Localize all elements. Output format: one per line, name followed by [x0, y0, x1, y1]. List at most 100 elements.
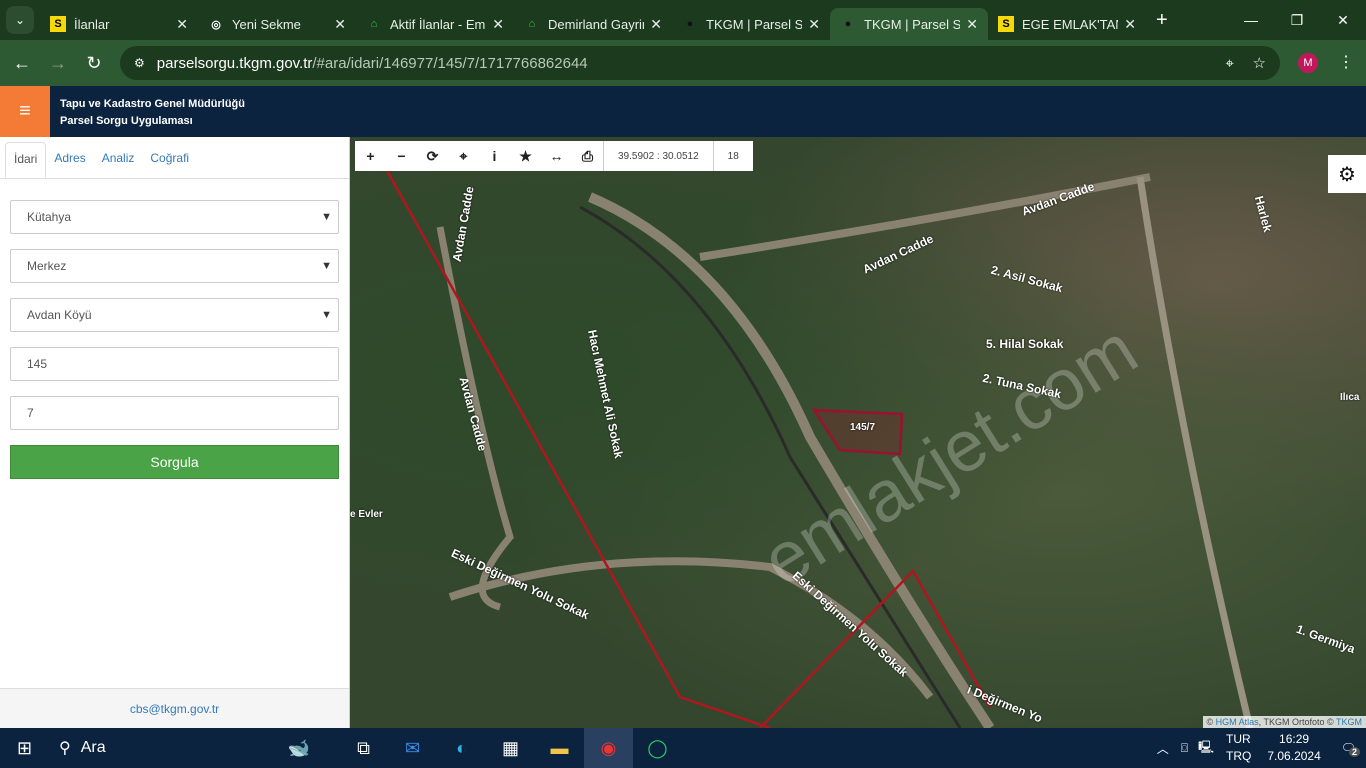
minimize-button[interactable]: —: [1228, 0, 1274, 40]
taskbar: ⊞ ⚲ Ara 🐋 ⧉ ✉ ◐ ▦ ▬ ◉ ◯ ︿ ⌼ 🖳 TUR TRQ 16:2…: [0, 728, 1366, 768]
file-explorer-icon[interactable]: ▬: [535, 738, 584, 759]
browser-tab[interactable]: ● TKGM | Parsel Sorgu ✕: [830, 8, 988, 40]
network-icon[interactable]: 🖳: [1198, 738, 1214, 759]
clock[interactable]: 16:29 7.06.2024: [1267, 731, 1320, 765]
site-info-icon[interactable]: ⚙: [134, 56, 145, 70]
bookmark-star-icon[interactable]: ☆: [1253, 54, 1266, 72]
browser-tab[interactable]: S İlanlar ✕: [40, 8, 198, 40]
forward-button[interactable]: →: [40, 53, 76, 74]
show-hidden-icons[interactable]: ︿: [1157, 740, 1169, 757]
parsel-value: 7: [27, 406, 34, 420]
parcel-label: 145/7: [850, 422, 876, 433]
S-favicon-icon: S: [998, 16, 1014, 32]
app-header: ≡ Tapu ve Kadastro Genel Müdürlüğü Parsel…: [0, 86, 1366, 137]
measure-icon[interactable]: ↔: [541, 148, 572, 164]
close-tab-icon[interactable]: ✕: [808, 16, 820, 33]
menu-icon[interactable]: ⋮: [1338, 52, 1354, 72]
print-icon[interactable]: ⎙: [572, 148, 603, 165]
address-bar-row: ← → ↻ ⚙ parselsorgu.tkgm.gov.tr/#ara/ida…: [0, 40, 1366, 86]
edge-icon[interactable]: ◐: [437, 738, 486, 759]
il-select[interactable]: Kütahya ▼: [10, 200, 339, 234]
mahalle-select[interactable]: Avdan Köyü ▼: [10, 298, 339, 332]
tab-title: TKGM | Parsel Sorgu: [706, 16, 803, 32]
location-icon[interactable]: ⌖: [1226, 55, 1234, 72]
url-host: parselsorgu.tkgm.gov.tr: [156, 54, 313, 72]
settings-gear-icon[interactable]: ⚙: [1328, 155, 1366, 193]
map-toolbar: + − ⟳ ⌖ i ★ ↔ ⎙ 39.5902 : 30.0512 18: [355, 141, 753, 171]
pin-favicon-icon: ●: [844, 18, 852, 30]
tab-idari[interactable]: İdari: [5, 142, 47, 178]
app-title: Tapu ve Kadastro Genel Müdürlüğü: [60, 98, 245, 110]
close-tab-icon[interactable]: ✕: [176, 16, 188, 33]
notification-icon[interactable]: 🗨 2: [1341, 741, 1360, 757]
contact-email-link[interactable]: cbs@tkgm.gov.tr: [0, 688, 349, 728]
profile-avatar[interactable]: M: [1298, 53, 1318, 73]
url-input[interactable]: ⚙ parselsorgu.tkgm.gov.tr/#ara/idari/146…: [120, 46, 1280, 80]
locate-icon[interactable]: ⌖: [448, 148, 479, 165]
mail-icon[interactable]: ✉: [388, 738, 437, 759]
sidebar: İdari Adres Analiz Coğrafi Kütahya ▼ Merk…: [0, 137, 350, 728]
chrome-icon[interactable]: ◉: [584, 728, 633, 768]
tab-title: İlanlar: [74, 16, 110, 32]
street-label: 5. Hilal Sokak: [986, 337, 1064, 351]
hamburger-menu-icon[interactable]: ≡: [0, 86, 50, 137]
house-favicon-icon: ⌂: [528, 18, 536, 30]
parsel-input[interactable]: 7: [10, 396, 339, 430]
map-view[interactable]: emlakjet.com 145/7 Avdan Cadde Avdan Cad…: [350, 137, 1366, 728]
zoom-out-icon[interactable]: −: [386, 148, 417, 164]
tab-adres[interactable]: Adres: [46, 142, 93, 178]
reload-button[interactable]: ↻: [76, 53, 112, 74]
new-tab-button[interactable]: +: [1156, 9, 1168, 32]
zoom-in-icon[interactable]: +: [355, 148, 386, 164]
url-path: /#ara/idari/146977/145/7/1717766862644: [312, 54, 588, 72]
windows-start-icon[interactable]: ⊞: [0, 738, 49, 759]
S-favicon-icon: S: [50, 16, 66, 32]
language-indicator[interactable]: TUR: [1226, 731, 1251, 748]
close-tab-icon[interactable]: ✕: [334, 16, 346, 33]
info-icon[interactable]: i: [479, 148, 510, 164]
pin-favicon-icon: ●: [686, 18, 694, 30]
ilce-select[interactable]: Merkez ▼: [10, 249, 339, 283]
search-icon: ⚲: [59, 740, 71, 757]
store-icon[interactable]: ▦: [486, 738, 535, 759]
close-tab-icon[interactable]: ✕: [966, 16, 978, 33]
close-window-button[interactable]: ✕: [1320, 0, 1366, 40]
time: 16:29: [1279, 732, 1310, 746]
tkgm-link[interactable]: TKGM: [1336, 717, 1362, 727]
tab-bar: ⌄ S İlanlar ✕ ◎ Yeni Sekme ✕ ⌂ Aktif İlanlar - …: [0, 0, 1366, 40]
il-value: Kütahya: [27, 210, 72, 224]
close-tab-icon[interactable]: ✕: [650, 16, 662, 33]
hgm-atlas-link[interactable]: HGM Atlas: [1216, 717, 1259, 727]
tab-title: Demirland Gayrimenkul: [548, 16, 644, 32]
browser-tab[interactable]: ⌂ Aktif İlanlar - Emlakjet ✕: [356, 8, 514, 40]
close-tab-icon[interactable]: ✕: [492, 16, 504, 33]
maximize-button[interactable]: ❐: [1274, 0, 1320, 40]
close-tab-icon[interactable]: ✕: [1124, 16, 1136, 33]
tab-title: TKGM | Parsel Sorgu: [864, 16, 961, 32]
camera-icon[interactable]: ⌼: [1181, 741, 1188, 756]
notification-count: 2: [1348, 747, 1360, 757]
tab-title: EGE EMLAK'TAN: [1022, 16, 1119, 32]
street-label: Ilıca: [1340, 392, 1360, 403]
chrome-favicon-icon: ◎: [211, 18, 221, 31]
browser-tab[interactable]: S EGE EMLAK'TAN ✕: [988, 8, 1146, 40]
whatsapp-icon[interactable]: ◯: [633, 738, 682, 759]
chevron-down-icon: ▼: [321, 211, 332, 223]
task-view-icon[interactable]: ⧉: [339, 738, 388, 759]
refresh-icon[interactable]: ⟳: [417, 148, 448, 165]
attr-text: , TKGM Ortofoto ©: [1258, 717, 1336, 727]
browser-tab[interactable]: ⌂ Demirland Gayrimenkul ✕: [514, 8, 672, 40]
tab-title: Aktif İlanlar - Emlakjet: [390, 16, 486, 32]
keyboard-layout[interactable]: TRQ: [1226, 748, 1251, 765]
taskbar-search[interactable]: ⚲ Ara: [49, 738, 259, 758]
favorite-star-icon[interactable]: ★: [510, 148, 541, 165]
back-button[interactable]: ←: [4, 53, 40, 74]
browser-tab[interactable]: ● TKGM | Parsel Sorgu ✕: [672, 8, 830, 40]
tab-search-button[interactable]: ⌄: [6, 6, 34, 34]
ada-input[interactable]: 145: [10, 347, 339, 381]
sorgula-button[interactable]: Sorgula: [10, 445, 339, 479]
coordinate-readout: 39.5902 : 30.0512: [603, 141, 713, 171]
tab-cografi[interactable]: Coğrafi: [142, 142, 197, 178]
tab-analiz[interactable]: Analiz: [94, 142, 143, 178]
browser-tab[interactable]: ◎ Yeni Sekme ✕: [198, 8, 356, 40]
